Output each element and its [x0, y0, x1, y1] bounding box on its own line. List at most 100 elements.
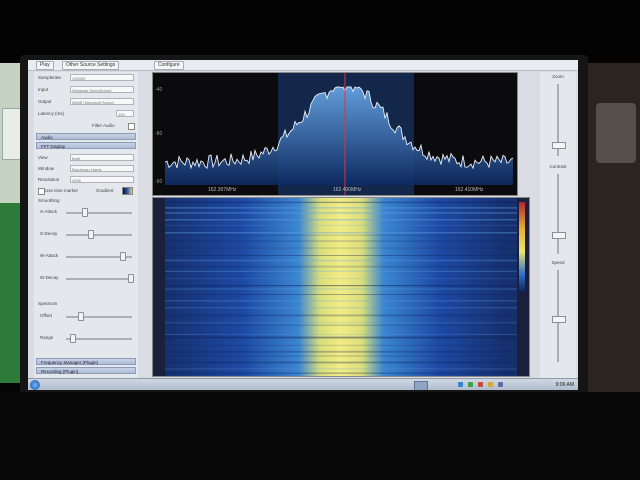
time-marker-row: Use time marker Gradient [36, 187, 136, 196]
configure-button[interactable]: Configure [154, 61, 184, 70]
window-row: Window Blackman-Harris [36, 165, 136, 174]
w-attack-label: W-Attack [40, 253, 59, 258]
sdr-application-window: Play Other Source Settings Configure Sam… [28, 60, 578, 390]
w-decay-track [66, 278, 132, 280]
contrast-track [557, 174, 559, 254]
filter-audio-label: Filter Audio [92, 123, 115, 128]
time-marker-checkbox[interactable] [38, 188, 45, 195]
samplerate-select[interactable]: 192000 [70, 74, 134, 81]
view-label: View [38, 155, 48, 160]
zoom-label: Zoom [552, 74, 564, 79]
w-attack-slider[interactable] [120, 252, 126, 261]
tray-security-icon[interactable] [468, 382, 473, 387]
waterfall-streak [165, 270, 517, 272]
toolbar: Play Other Source Settings Configure [28, 60, 578, 71]
waterfall-streak [165, 355, 517, 357]
w-decay-slider[interactable] [128, 274, 134, 283]
window-select[interactable]: Blackman-Harris [70, 165, 134, 172]
spectrum-row: Spectrum [36, 300, 136, 309]
tray-alert-icon[interactable] [478, 382, 483, 387]
fft-display-section-header[interactable]: FFT Display [36, 142, 136, 149]
smoothing-label: Smoothing [38, 198, 60, 203]
w-decay-row: W-Decay [36, 274, 136, 283]
tray-volume-icon[interactable] [498, 382, 503, 387]
play-button[interactable]: Play [36, 61, 54, 70]
waterfall-margin [153, 198, 165, 376]
color-scale-bar [519, 202, 525, 292]
s-attack-slider[interactable] [82, 208, 88, 217]
waterfall-streak [165, 259, 517, 262]
waterfall-streak [165, 288, 517, 290]
samplerate-label: Samplerate [38, 75, 62, 80]
s-decay-slider[interactable] [88, 230, 94, 239]
latency-input[interactable]: 100 [116, 110, 134, 117]
waterfall-streak [165, 306, 517, 309]
resolution-select[interactable]: 4096 [70, 176, 134, 183]
tray-network-icon[interactable] [458, 382, 463, 387]
freq-label-right: 162.410MHz [455, 187, 484, 193]
taskbar-app-button[interactable] [414, 381, 428, 390]
gradient-swatch[interactable] [122, 187, 133, 195]
contrast-label: Contrast [549, 164, 567, 169]
waterfall-streak [165, 212, 517, 214]
speed-slider[interactable] [552, 316, 566, 323]
range-slider[interactable] [70, 334, 76, 343]
waterfall-display[interactable] [152, 197, 530, 377]
output-row: Output [MME] Microsoft Sound [36, 98, 136, 107]
zoom-slider[interactable] [552, 142, 566, 149]
waterfall-image [165, 198, 517, 376]
waterfall-streak [165, 247, 517, 249]
waterfall-streak [165, 333, 517, 335]
recording-header[interactable]: Recording (Plugin) [36, 367, 136, 374]
freq-label-left: 162.397MHz [208, 187, 237, 193]
contrast-slider[interactable] [552, 232, 566, 239]
s-attack-row: S-Attack [36, 208, 136, 217]
freq-label-center: 162.400MHz [333, 187, 362, 193]
waterfall-streak [165, 336, 517, 339]
tray-power-icon[interactable] [488, 382, 493, 387]
waterfall-streak [165, 324, 517, 326]
s-decay-track [66, 234, 132, 236]
background-right [588, 63, 640, 393]
offset-slider[interactable] [78, 312, 84, 321]
view-select[interactable]: Both [70, 154, 134, 161]
waterfall-streak [165, 294, 517, 295]
audio-section-header[interactable]: Audio [36, 133, 136, 140]
resolution-label: Resolution [38, 177, 60, 182]
spectrum-fill [165, 87, 513, 185]
resolution-row: Resolution 4096 [36, 176, 136, 185]
input-select[interactable]: Windows DirectSound [70, 86, 134, 93]
start-button[interactable] [30, 380, 40, 390]
waterfall-streak [165, 219, 517, 221]
spectrum-svg: -40 -80 -90 162.397MHz 162.400MHz 162.41… [155, 73, 514, 195]
waterfall-streak [165, 368, 517, 370]
s-attack-track [66, 212, 132, 214]
left-control-panel: Samplerate 192000 Input Windows DirectSo… [34, 72, 138, 382]
waterfall-svg [153, 198, 525, 376]
offset-track [66, 316, 132, 318]
gradient-label: Gradient [96, 188, 114, 193]
db-label-mid: -80 [155, 131, 162, 137]
taskbar: 9:06 AM [28, 378, 578, 390]
view-row: View Both [36, 154, 136, 163]
waterfall-streak [165, 344, 517, 346]
range-row: Range [36, 334, 136, 343]
input-label: Input [38, 87, 49, 92]
spectrum-display[interactable]: -40 -80 -90 162.397MHz 162.400MHz 162.41… [152, 72, 518, 196]
waterfall-streak [165, 361, 517, 364]
waterfall-streak [165, 224, 517, 226]
filter-audio-checkbox[interactable] [128, 123, 135, 130]
db-label-bottom: -90 [155, 179, 162, 185]
source-settings-button[interactable]: Other Source Settings [62, 61, 120, 70]
right-control-panel: Zoom Contrast Speed [540, 72, 576, 382]
frequency-manager-header[interactable]: Frequency Manager (Plugin) [36, 358, 136, 365]
spectrum-label: Spectrum [38, 301, 58, 306]
smoothing-row: Smoothing [36, 197, 136, 206]
latency-label: Latency (ms) [38, 111, 65, 116]
samplerate-row: Samplerate 192000 [36, 74, 136, 83]
w-decay-label: W-Decay [40, 275, 59, 280]
output-select[interactable]: [MME] Microsoft Sound [70, 98, 134, 105]
waterfall-streak [165, 240, 517, 242]
waterfall-streak [165, 314, 517, 317]
monitor-bezel-bottom [0, 392, 640, 480]
